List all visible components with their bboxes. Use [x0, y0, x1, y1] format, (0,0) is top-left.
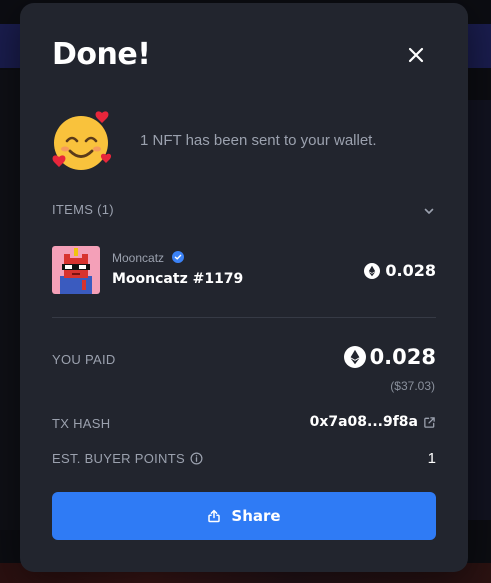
tx-hash-value: 0x7a08...9f8a	[309, 414, 418, 430]
sent-message: 1 NFT has been sent to your wallet.	[140, 132, 377, 149]
share-icon	[208, 509, 221, 523]
external-link-icon	[424, 416, 435, 428]
tx-hash-label: TX HASH	[52, 416, 111, 431]
nft-collection-name[interactable]: Mooncatz	[112, 251, 164, 265]
tx-hash-link[interactable]: 0x7a08...9f8a	[310, 414, 436, 430]
close-icon[interactable]	[404, 43, 428, 67]
smiling-face-with-hearts-icon	[52, 111, 112, 170]
you-paid-amount: 0.028	[369, 345, 436, 369]
nft-item-row: Mooncatz Mooncatz #1179 0.028	[52, 246, 436, 294]
items-toggle[interactable]: ITEMS (1)	[52, 202, 436, 220]
info-icon[interactable]	[190, 452, 203, 465]
verified-badge-icon	[172, 251, 184, 263]
buyer-points-value: 1	[427, 450, 436, 467]
you-paid-usd: ($37.03)	[390, 379, 435, 393]
share-button-label: Share	[231, 507, 281, 525]
share-button[interactable]: Share	[52, 492, 436, 540]
purchase-success-modal: Done! 1 NFT has been sent to your wallet…	[20, 3, 468, 572]
buyer-points-label-row: EST. BUYER POINTS	[52, 451, 203, 466]
background-panel	[467, 100, 491, 520]
you-paid-value: 0.028	[343, 345, 436, 369]
background-panel-left	[0, 70, 20, 530]
nft-price-value: 0.028	[385, 261, 436, 280]
buyer-points-label: EST. BUYER POINTS	[52, 451, 185, 466]
eth-icon	[343, 346, 366, 368]
nft-thumbnail	[52, 246, 100, 294]
items-label: ITEMS (1)	[52, 202, 114, 217]
nft-name: Mooncatz #1179	[112, 271, 244, 287]
eth-icon	[364, 262, 381, 279]
chevron-down-icon	[424, 208, 434, 214]
nft-price: 0.028	[364, 261, 436, 280]
divider	[52, 317, 436, 318]
you-paid-label: YOU PAID	[52, 352, 116, 367]
modal-title: Done!	[52, 37, 151, 72]
